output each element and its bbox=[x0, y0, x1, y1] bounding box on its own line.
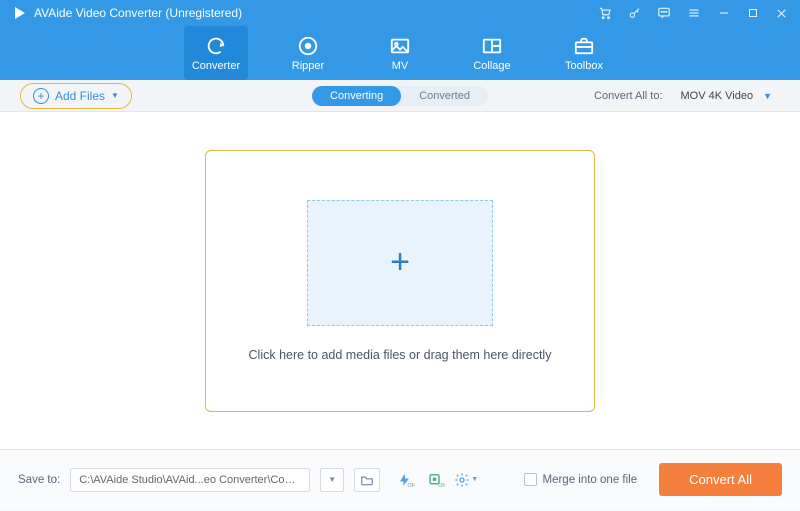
mode-switch: Converting Converted bbox=[312, 86, 488, 106]
convert-icon bbox=[205, 35, 227, 57]
window-controls bbox=[598, 6, 788, 20]
sub-bar: + Add Files ▼ Converting Converted Conve… bbox=[0, 80, 800, 112]
merge-label: Merge into one file bbox=[543, 474, 638, 486]
close-icon[interactable] bbox=[775, 7, 788, 20]
gpu-button[interactable]: ON bbox=[424, 468, 448, 492]
convert-all-button[interactable]: Convert All bbox=[659, 463, 782, 496]
svg-text:ON: ON bbox=[438, 482, 445, 487]
tab-label: Converter bbox=[192, 60, 240, 72]
tab-label: Toolbox bbox=[565, 60, 603, 72]
mode-converting[interactable]: Converting bbox=[312, 86, 401, 106]
image-icon bbox=[389, 35, 411, 57]
drop-zone[interactable]: + Click here to add media files or drag … bbox=[205, 150, 595, 412]
convert-all-to-label: Convert All to: bbox=[594, 90, 662, 102]
drop-zone-text: Click here to add media files or drag th… bbox=[249, 348, 552, 362]
add-files-button[interactable]: + Add Files ▼ bbox=[20, 83, 132, 109]
tab-converter[interactable]: Converter bbox=[184, 26, 248, 80]
tab-collage[interactable]: Collage bbox=[460, 26, 524, 80]
hw-accel-button[interactable]: OFF bbox=[394, 468, 418, 492]
plus-circle-icon: + bbox=[33, 88, 49, 104]
main-tabs: Converter Ripper MV Collage Toolbox bbox=[0, 26, 800, 80]
disc-icon bbox=[297, 35, 319, 57]
toolbox-icon bbox=[573, 35, 595, 57]
merge-checkbox[interactable]: Merge into one file bbox=[524, 473, 638, 486]
save-to-label: Save to: bbox=[18, 474, 60, 486]
save-path-field[interactable]: C:\AVAide Studio\AVAid...eo Converter\Co… bbox=[70, 468, 310, 492]
chevron-down-icon: ▼ bbox=[111, 91, 119, 100]
title-bar: AVAide Video Converter (Unregistered) bbox=[0, 0, 800, 26]
tab-ripper[interactable]: Ripper bbox=[276, 26, 340, 80]
convert-all-to: Convert All to: MOV 4K Video ▼ bbox=[594, 87, 780, 105]
key-icon[interactable] bbox=[628, 7, 641, 20]
path-dropdown-button[interactable]: ▼ bbox=[320, 468, 344, 492]
app-title: AVAide Video Converter (Unregistered) bbox=[34, 6, 242, 20]
bottom-tool-icons: OFF ON ▼ bbox=[394, 468, 478, 492]
tab-mv[interactable]: MV bbox=[368, 26, 432, 80]
tab-label: MV bbox=[392, 60, 409, 72]
tab-label: Ripper bbox=[292, 60, 324, 72]
open-folder-button[interactable] bbox=[354, 468, 380, 492]
tab-toolbox[interactable]: Toolbox bbox=[552, 26, 616, 80]
checkbox-icon bbox=[524, 473, 537, 486]
chevron-down-icon: ▼ bbox=[763, 91, 772, 101]
cart-icon[interactable] bbox=[598, 6, 612, 20]
menu-icon[interactable] bbox=[687, 6, 701, 20]
chevron-down-icon: ▼ bbox=[471, 476, 478, 483]
main-area: + Click here to add media files or drag … bbox=[0, 112, 800, 449]
drop-zone-inner: + bbox=[307, 200, 493, 326]
minimize-icon[interactable] bbox=[717, 6, 731, 20]
chevron-down-icon: ▼ bbox=[328, 475, 336, 484]
collage-icon bbox=[481, 35, 503, 57]
app-logo-icon bbox=[12, 5, 28, 21]
bottom-bar: Save to: C:\AVAide Studio\AVAid...eo Con… bbox=[0, 449, 800, 509]
mode-converted[interactable]: Converted bbox=[401, 86, 488, 106]
plus-icon: + bbox=[390, 243, 410, 282]
maximize-icon[interactable] bbox=[747, 7, 759, 19]
svg-text:OFF: OFF bbox=[408, 482, 416, 487]
add-files-label: Add Files bbox=[55, 89, 105, 103]
settings-button[interactable]: ▼ bbox=[454, 468, 478, 492]
output-format-value: MOV 4K Video bbox=[681, 90, 754, 102]
feedback-icon[interactable] bbox=[657, 6, 671, 20]
tab-label: Collage bbox=[473, 60, 510, 72]
output-format-select[interactable]: MOV 4K Video ▼ bbox=[673, 87, 780, 105]
